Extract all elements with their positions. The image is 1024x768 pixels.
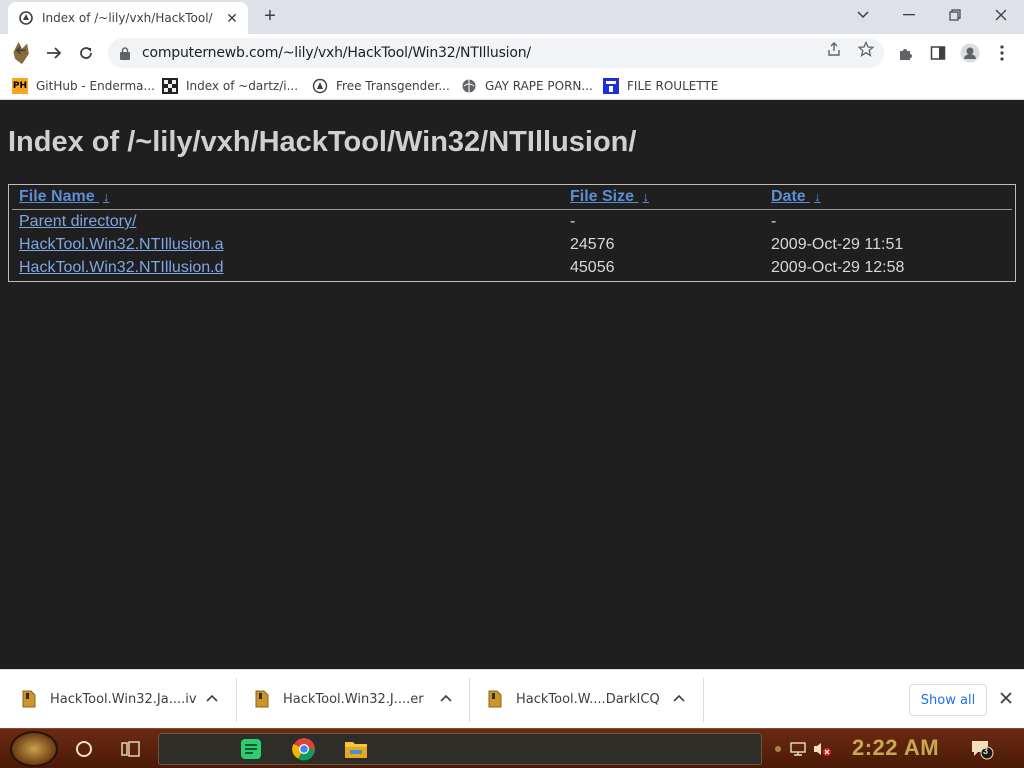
forward-icon[interactable]: [42, 41, 66, 65]
column-label: File Size: [570, 188, 635, 205]
task-view-icon[interactable]: [117, 735, 145, 763]
file-listing-table: File Name ↓ File Size ↓ Date ↓ Parent di…: [8, 184, 1016, 282]
table-cell-date: 2009-Oct-29 11:51: [771, 236, 904, 253]
new-tab-button[interactable]: +: [260, 6, 280, 27]
chevron-up-icon[interactable]: [673, 690, 685, 705]
file-roulette-icon: [603, 78, 619, 94]
bookmark-star-icon[interactable]: [858, 41, 874, 57]
table-row-link[interactable]: Parent directory/: [19, 213, 136, 231]
tab-title: Index of /~lily/vxh/HackTool/: [42, 11, 213, 25]
tab-close-icon[interactable]: ✕: [224, 10, 240, 26]
table-cell-date: -: [771, 213, 777, 230]
ph-logo-icon: PH: [12, 78, 28, 94]
notes-app-icon[interactable]: [237, 735, 265, 763]
bookmark-label: GAY RAPE PORN...: [485, 79, 593, 93]
download-item[interactable]: HackTool.W....DarkICQ: [488, 670, 660, 728]
sort-arrow-icon: ↓: [814, 189, 821, 204]
chevron-up-icon[interactable]: [206, 690, 218, 705]
table-row-link[interactable]: HackTool.Win32.NTIllusion.a: [19, 236, 224, 254]
table-cell-size: -: [570, 213, 576, 230]
divider: [236, 678, 237, 722]
file-size-column-header[interactable]: File Size ↓: [570, 188, 649, 206]
table-cell-size: 45056: [570, 259, 615, 276]
lock-icon[interactable]: [118, 46, 132, 60]
download-item[interactable]: HackTool.Win32.J....er: [255, 670, 424, 728]
chrome-icon[interactable]: [290, 735, 318, 763]
file-icon: [22, 690, 36, 708]
download-filename: HackTool.W....DarkICQ: [516, 691, 660, 707]
volume-muted-icon[interactable]: [808, 735, 836, 763]
notifications-icon[interactable]: 3: [968, 735, 996, 763]
file-icon: [488, 690, 502, 708]
extensions-icon[interactable]: [896, 43, 916, 63]
profile-avatar[interactable]: [960, 43, 980, 63]
page-content: Index of /~lily/vxh/HackTool/Win32/NTIll…: [0, 104, 1024, 669]
downloads-shelf: HackTool.Win32.Ja....iv HackTool.Win32.J…: [0, 669, 1024, 728]
download-filename: HackTool.Win32.Ja....iv: [50, 691, 197, 707]
file-name-column-header[interactable]: File Name ↓: [19, 188, 110, 206]
chevron-up-icon[interactable]: [440, 690, 452, 705]
file-icon: [255, 690, 269, 708]
bookmark-label: Free Transgender...: [336, 79, 450, 93]
column-label: File Name: [19, 188, 95, 205]
download-filename: HackTool.Win32.J....er: [283, 691, 424, 707]
table-row-link[interactable]: HackTool.Win32.NTIllusion.d: [19, 259, 224, 277]
taskbar: 2:22 AM 3: [0, 728, 1024, 768]
url-text[interactable]: computernewb.com/~lily/vxh/HackTool/Win3…: [142, 45, 531, 61]
restore-icon[interactable]: [942, 4, 968, 26]
tab-strip: Index of /~lily/vxh/HackTool/ ✕ +: [0, 0, 1024, 34]
back-button[interactable]: [10, 41, 34, 65]
clock[interactable]: 2:22 AM: [852, 735, 939, 761]
reload-icon[interactable]: [74, 41, 98, 65]
globe-icon: [312, 78, 328, 94]
divider: [469, 678, 470, 722]
side-panel-icon[interactable]: [928, 43, 948, 63]
active-tab[interactable]: Index of /~lily/vxh/HackTool/ ✕: [8, 2, 248, 34]
bookmark-index-dartz[interactable]: Index of ~dartz/i...: [162, 77, 298, 95]
table-cell-date: 2009-Oct-29 12:58: [771, 259, 905, 276]
sort-arrow-icon: ↓: [103, 189, 110, 204]
header-divider: [12, 209, 1012, 210]
show-all-button[interactable]: Show all: [909, 684, 987, 716]
globe-icon: [461, 78, 477, 94]
start-button[interactable]: [10, 731, 58, 767]
cortana-icon[interactable]: [70, 735, 98, 763]
menu-dots-icon[interactable]: [992, 43, 1012, 63]
bookmark-free[interactable]: Free Transgender...: [312, 77, 450, 95]
browser-toolbar: computernewb.com/~lily/vxh/HackTool/Win3…: [0, 34, 1024, 72]
notification-count: 3: [983, 746, 989, 756]
divider: [703, 678, 704, 722]
close-window-icon[interactable]: [988, 4, 1014, 26]
page-title: Index of /~lily/vxh/HackTool/Win32/NTIll…: [8, 126, 637, 158]
bookmark-label: Index of ~dartz/i...: [186, 79, 299, 93]
bookmark-label: GitHub - Enderma...: [36, 79, 155, 93]
minimize-icon[interactable]: [896, 4, 922, 26]
close-shelf-icon[interactable]: [996, 688, 1016, 708]
grid-icon: [162, 78, 178, 94]
address-bar[interactable]: computernewb.com/~lily/vxh/HackTool/Win3…: [108, 38, 884, 68]
sort-arrow-icon: ↓: [642, 189, 649, 204]
file-explorer-icon[interactable]: [342, 735, 370, 763]
column-label: Date: [771, 188, 806, 205]
table-cell-size: 24576: [570, 236, 615, 253]
bookmark-file-roulette[interactable]: FILE ROULETTE: [603, 77, 718, 95]
bookmark-label: FILE ROULETTE: [627, 79, 719, 93]
download-item[interactable]: HackTool.Win32.Ja....iv: [22, 670, 197, 728]
tab-search-icon[interactable]: [850, 4, 876, 26]
page-favicon-icon: [18, 10, 34, 26]
date-column-header[interactable]: Date ↓: [771, 188, 821, 206]
share-icon[interactable]: [826, 41, 842, 57]
bookmark-gay[interactable]: GAY RAPE PORN...: [461, 77, 593, 95]
bookmark-github[interactable]: PH GitHub - Enderma...: [12, 77, 155, 95]
bookmarks-bar: PH GitHub - Enderma... Index of ~dartz/i…: [0, 72, 1024, 100]
